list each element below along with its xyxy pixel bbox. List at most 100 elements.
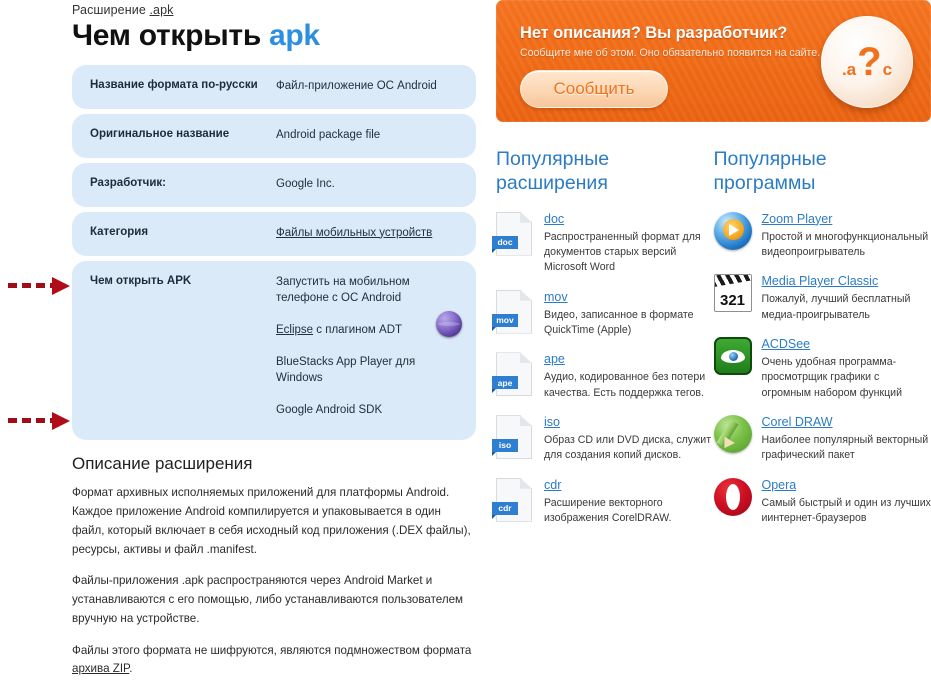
program-icon-wrap — [714, 212, 760, 261]
sidebar-column: Нет описания? Вы разработчик? Сообщите м… — [496, 0, 931, 541]
category-link[interactable]: Файлы мобильных устройств — [276, 227, 432, 239]
doc-file-icon: doc — [496, 212, 532, 256]
file-extension-tag: cdr — [492, 502, 518, 515]
program-name-link[interactable]: Zoom Player — [762, 212, 931, 227]
banner-subtext: Сообщите мне об этом. Оно обязательно по… — [520, 47, 820, 59]
info-row-key: Категория — [90, 225, 276, 241]
extension-name-link[interactable]: ape — [544, 352, 714, 367]
info-row-format-name-ru: Название формата по-русски Файл-приложен… — [72, 65, 476, 109]
clapperboard-number: 321 — [715, 292, 751, 309]
file-icon-wrap: iso — [496, 415, 542, 464]
open-with-line-4: Google Android SDK — [276, 402, 460, 418]
program-name-link[interactable]: ACDSee — [762, 337, 931, 352]
program-description: Очень удобная программа-просмотрщик граф… — [762, 355, 931, 401]
ape-file-icon: ape — [496, 352, 532, 396]
info-row-value: Android package file — [276, 127, 380, 143]
list-item[interactable]: mov mov Видео, записанное в формате Quic… — [496, 290, 714, 339]
annotation-arrow-description — [8, 412, 76, 430]
popular-extensions-heading: Популярные расширения — [496, 148, 714, 196]
list-item-text: Corel DRAW Наиболее популярный векторный… — [760, 415, 931, 464]
list-item[interactable]: ape ape Аудио, кодированное без потери к… — [496, 352, 714, 401]
list-item-text: doc Распространенный формат для документ… — [542, 212, 714, 276]
info-row-value: Файлы мобильных устройств — [276, 225, 432, 241]
description-paragraph-3-tail: . — [129, 662, 132, 675]
program-icon-wrap: 321 — [714, 274, 760, 323]
file-icon-wrap: ape — [496, 352, 542, 401]
main-content-column: Расширение .apk Чем открыть apk Название… — [72, 0, 476, 692]
info-row-key: Оригинальное название — [90, 127, 276, 143]
program-description: Самый быстрый и один из лучших иинтернет… — [762, 496, 931, 527]
info-row-category: Категория Файлы мобильных устройств — [72, 212, 476, 256]
program-name-link[interactable]: Corel DRAW — [762, 415, 931, 430]
cdr-file-icon: cdr — [496, 478, 532, 522]
report-button[interactable]: Сообщить — [520, 70, 668, 108]
description-paragraph-1: Формат архивных исполняемых приложений д… — [72, 484, 476, 559]
arrow-head — [52, 277, 70, 295]
zoom-player-icon — [714, 212, 752, 250]
open-with-values: Запустить на мобильном телефоне с ОС And… — [276, 274, 460, 419]
program-icon-wrap — [714, 415, 760, 464]
extension-name-link[interactable]: doc — [544, 212, 714, 227]
list-item[interactable]: cdr cdr Расширение векторного изображени… — [496, 478, 714, 527]
program-icon-wrap — [714, 337, 760, 401]
list-item-text: ape Аудио, кодированное без потери качес… — [542, 352, 714, 401]
info-row-key: Разработчик: — [90, 176, 276, 192]
list-item[interactable]: Corel DRAW Наиболее популярный векторный… — [714, 415, 931, 464]
arrow-dashes — [8, 418, 56, 423]
page-title-extension: apk — [269, 19, 320, 52]
extension-description: Распространенный формат для документов с… — [544, 230, 714, 276]
program-description: Наиболее популярный векторный графически… — [762, 433, 931, 464]
breadcrumb-extension-link[interactable]: .apk — [149, 3, 173, 17]
list-item-text: mov Видео, записанное в формате QuickTim… — [542, 290, 714, 339]
open-with-line-1: Запустить на мобильном телефоне с ОС And… — [276, 274, 460, 306]
annotation-arrow-open-with — [8, 277, 76, 295]
popular-programs-heading: Популярные программы — [714, 148, 931, 196]
extension-name-link[interactable]: cdr — [544, 478, 714, 493]
list-item-text: ACDSee Очень удобная программа-просмотрщ… — [760, 337, 931, 401]
file-icon-wrap: doc — [496, 212, 542, 276]
extension-name-link[interactable]: iso — [544, 415, 714, 430]
program-name-link[interactable]: Media Player Classic — [762, 274, 931, 289]
eclipse-logo-icon — [436, 311, 462, 337]
extension-description: Расширение векторного изображения CorelD… — [544, 496, 714, 527]
clapperboard-stripes — [714, 274, 752, 287]
eclipse-link[interactable]: Eclipse — [276, 324, 313, 336]
extension-description: Образ CD или DVD диска, служит для созда… — [544, 433, 714, 464]
banner-heading: Нет описания? Вы разработчик? — [520, 24, 787, 43]
open-with-line-2: Eclipse с плагином ADT — [276, 322, 460, 338]
file-icon-wrap: mov — [496, 290, 542, 339]
media-player-classic-icon: 321 — [714, 274, 752, 312]
zip-archive-link[interactable]: архива ZIP — [72, 662, 129, 675]
program-icon-wrap — [714, 478, 760, 527]
info-row-original-name: Оригинальное название Android package fi… — [72, 114, 476, 158]
iso-file-icon: iso — [496, 415, 532, 459]
info-row-value: Google Inc. — [276, 176, 335, 192]
site-logo-right: c — [883, 61, 892, 78]
extension-description: Видео, записанное в формате QuickTime (A… — [544, 308, 714, 339]
program-name-link[interactable]: Opera — [762, 478, 931, 493]
info-row-value: Файл-приложение ОС Android — [276, 78, 437, 94]
list-item[interactable]: 321 Media Player Classic Пожалуй, лучший… — [714, 274, 931, 323]
developer-promo-banner: Нет описания? Вы разработчик? Сообщите м… — [496, 0, 931, 122]
list-item[interactable]: Opera Самый быстрый и один из лучших иин… — [714, 478, 931, 527]
description-body: Формат архивных исполняемых приложений д… — [72, 484, 476, 679]
list-item[interactable]: Zoom Player Простой и многофункциональны… — [714, 212, 931, 261]
popular-extensions-column: Популярные расширения doc doc Распростра… — [496, 148, 714, 541]
description-paragraph-2: Файлы-приложения .apk распространяются ч… — [72, 572, 476, 628]
list-item[interactable]: iso iso Образ CD или DVD диска, служит д… — [496, 415, 714, 464]
opera-icon — [714, 478, 752, 516]
list-item-text: Opera Самый быстрый и один из лучших иин… — [760, 478, 931, 527]
arrow-head — [52, 412, 70, 430]
breadcrumb-prefix: Расширение — [72, 3, 146, 17]
extension-name-link[interactable]: mov — [544, 290, 714, 305]
info-row-key: Название формата по-русски — [90, 78, 276, 94]
file-extension-tag: iso — [492, 439, 518, 452]
popular-programs-column: Популярные программы Zoom Player Простой… — [714, 148, 931, 541]
list-item[interactable]: doc doc Распространенный формат для доку… — [496, 212, 714, 276]
page-title-lead: Чем открыть — [72, 19, 261, 52]
info-row-developer: Разработчик: Google Inc. — [72, 163, 476, 207]
list-item[interactable]: ACDSee Очень удобная программа-просмотрщ… — [714, 337, 931, 401]
extension-description: Аудио, кодированное без потери качества.… — [544, 370, 714, 401]
list-item-text: cdr Расширение векторного изображения Co… — [542, 478, 714, 527]
file-extension-tag: mov — [492, 314, 518, 327]
